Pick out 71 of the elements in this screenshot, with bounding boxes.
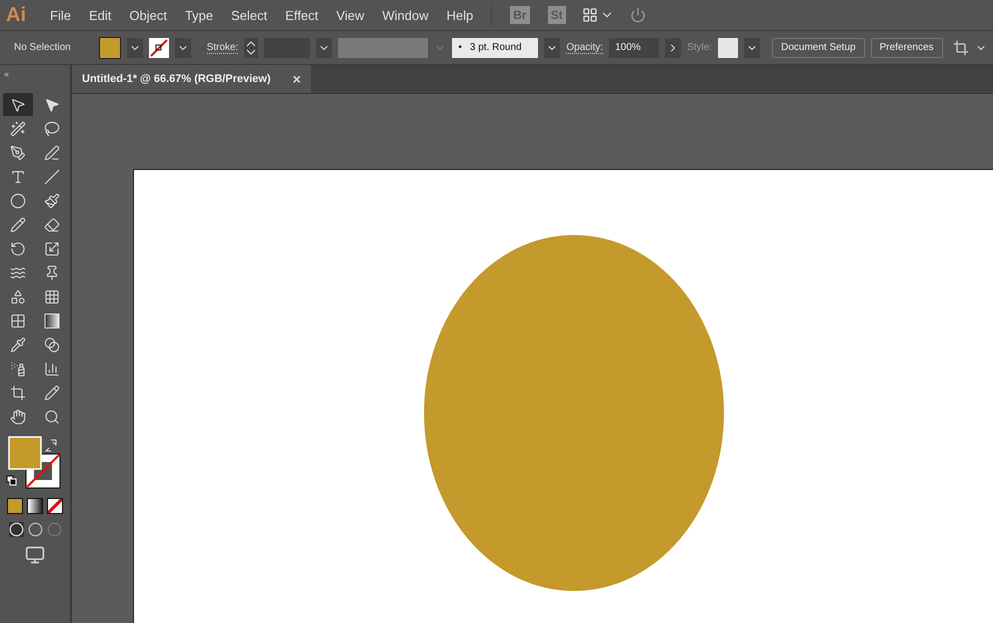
draw-behind-icon[interactable] xyxy=(28,522,42,537)
brush-name: 3 pt. Round xyxy=(470,42,522,53)
gradient-icon xyxy=(44,312,60,328)
menu-item[interactable]: Object xyxy=(121,8,175,22)
eyedropper-icon xyxy=(10,336,26,352)
zoom-icon xyxy=(44,408,60,424)
color-mode-swatch[interactable] xyxy=(7,498,23,514)
menu-item[interactable]: File xyxy=(42,8,79,22)
solid-arrow-pointer-icon xyxy=(44,96,60,112)
blend-icon xyxy=(44,336,60,352)
no-stroke-swatch[interactable] xyxy=(148,38,169,58)
style-dropdown[interactable] xyxy=(744,38,760,58)
close-button[interactable]: × xyxy=(292,71,301,87)
pencil-icon xyxy=(10,216,26,232)
screen-mode-icon[interactable] xyxy=(25,545,45,565)
mesh-icon xyxy=(10,312,26,328)
ellipse-icon xyxy=(10,192,26,208)
none-mode-swatch[interactable] xyxy=(47,498,63,514)
stroke-dropdown[interactable] xyxy=(174,38,191,58)
brush-dot: • xyxy=(458,42,462,53)
fill-swatch[interactable] xyxy=(98,36,121,58)
selection-status: No Selection xyxy=(14,42,71,53)
shapes-icon xyxy=(10,288,26,304)
toolbar-button[interactable]: Preferences xyxy=(870,38,943,58)
menu-item[interactable]: Select xyxy=(223,8,276,22)
menu-item[interactable]: Help xyxy=(438,8,482,22)
menu-item[interactable]: Window xyxy=(374,8,436,22)
crop-icon xyxy=(10,384,26,400)
variable-width-field[interactable] xyxy=(338,38,428,58)
arrow-pointer-icon xyxy=(10,96,26,112)
rotate-icon xyxy=(10,240,26,256)
collapse-button[interactable]: « xyxy=(0,69,10,79)
opacity-label[interactable]: Opacity: xyxy=(566,42,604,54)
pin-icon xyxy=(44,264,60,280)
hand-icon xyxy=(10,408,26,424)
wand-icon xyxy=(10,120,26,136)
grid-icon xyxy=(44,288,60,304)
pen-icon xyxy=(44,144,60,160)
menu-item[interactable]: Type xyxy=(176,8,222,22)
menu-item[interactable]: Edit xyxy=(80,8,120,22)
transform-icon[interactable] xyxy=(952,40,969,56)
style-label: Style: xyxy=(687,42,712,53)
stroke-stepper[interactable] xyxy=(244,38,258,58)
eraser-icon xyxy=(44,216,60,232)
brush-dropdown[interactable] xyxy=(544,38,560,58)
opacity-field[interactable]: 100% xyxy=(609,38,660,58)
text-icon xyxy=(10,168,26,184)
menu-item[interactable]: View xyxy=(328,8,372,22)
workspace-layout-icon[interactable] xyxy=(582,7,598,23)
draw-normal-icon[interactable] xyxy=(8,522,24,537)
style-swatch[interactable] xyxy=(718,38,738,58)
brush-field[interactable]: • 3 pt. Round xyxy=(452,38,538,58)
power-icon[interactable] xyxy=(630,7,646,23)
stroke-weight-dropdown[interactable] xyxy=(316,38,332,58)
document-tab[interactable]: Untitled-1* @ 66.67% (RGB/Preview) × xyxy=(72,65,311,93)
app-logo: Ai xyxy=(6,4,27,26)
paintbrush-icon xyxy=(44,192,60,208)
draw-inside-icon xyxy=(46,522,62,537)
bar-chart-icon xyxy=(44,360,60,376)
document-title: Untitled-1* @ 66.67% (RGB/Preview) xyxy=(82,73,271,85)
pen-nib-icon xyxy=(10,144,26,160)
fill-dropdown[interactable] xyxy=(126,38,143,58)
toolbar-button[interactable]: Document Setup xyxy=(772,38,865,58)
stroke-label[interactable]: Stroke: xyxy=(206,42,238,54)
line-icon xyxy=(44,168,60,184)
tool-button[interactable] xyxy=(3,93,33,116)
gradient-mode-swatch[interactable] xyxy=(27,498,43,514)
lasso-icon xyxy=(44,120,60,136)
scale-icon xyxy=(44,240,60,256)
menu-item[interactable]: Effect xyxy=(277,8,326,22)
pencil-icon xyxy=(44,384,60,400)
